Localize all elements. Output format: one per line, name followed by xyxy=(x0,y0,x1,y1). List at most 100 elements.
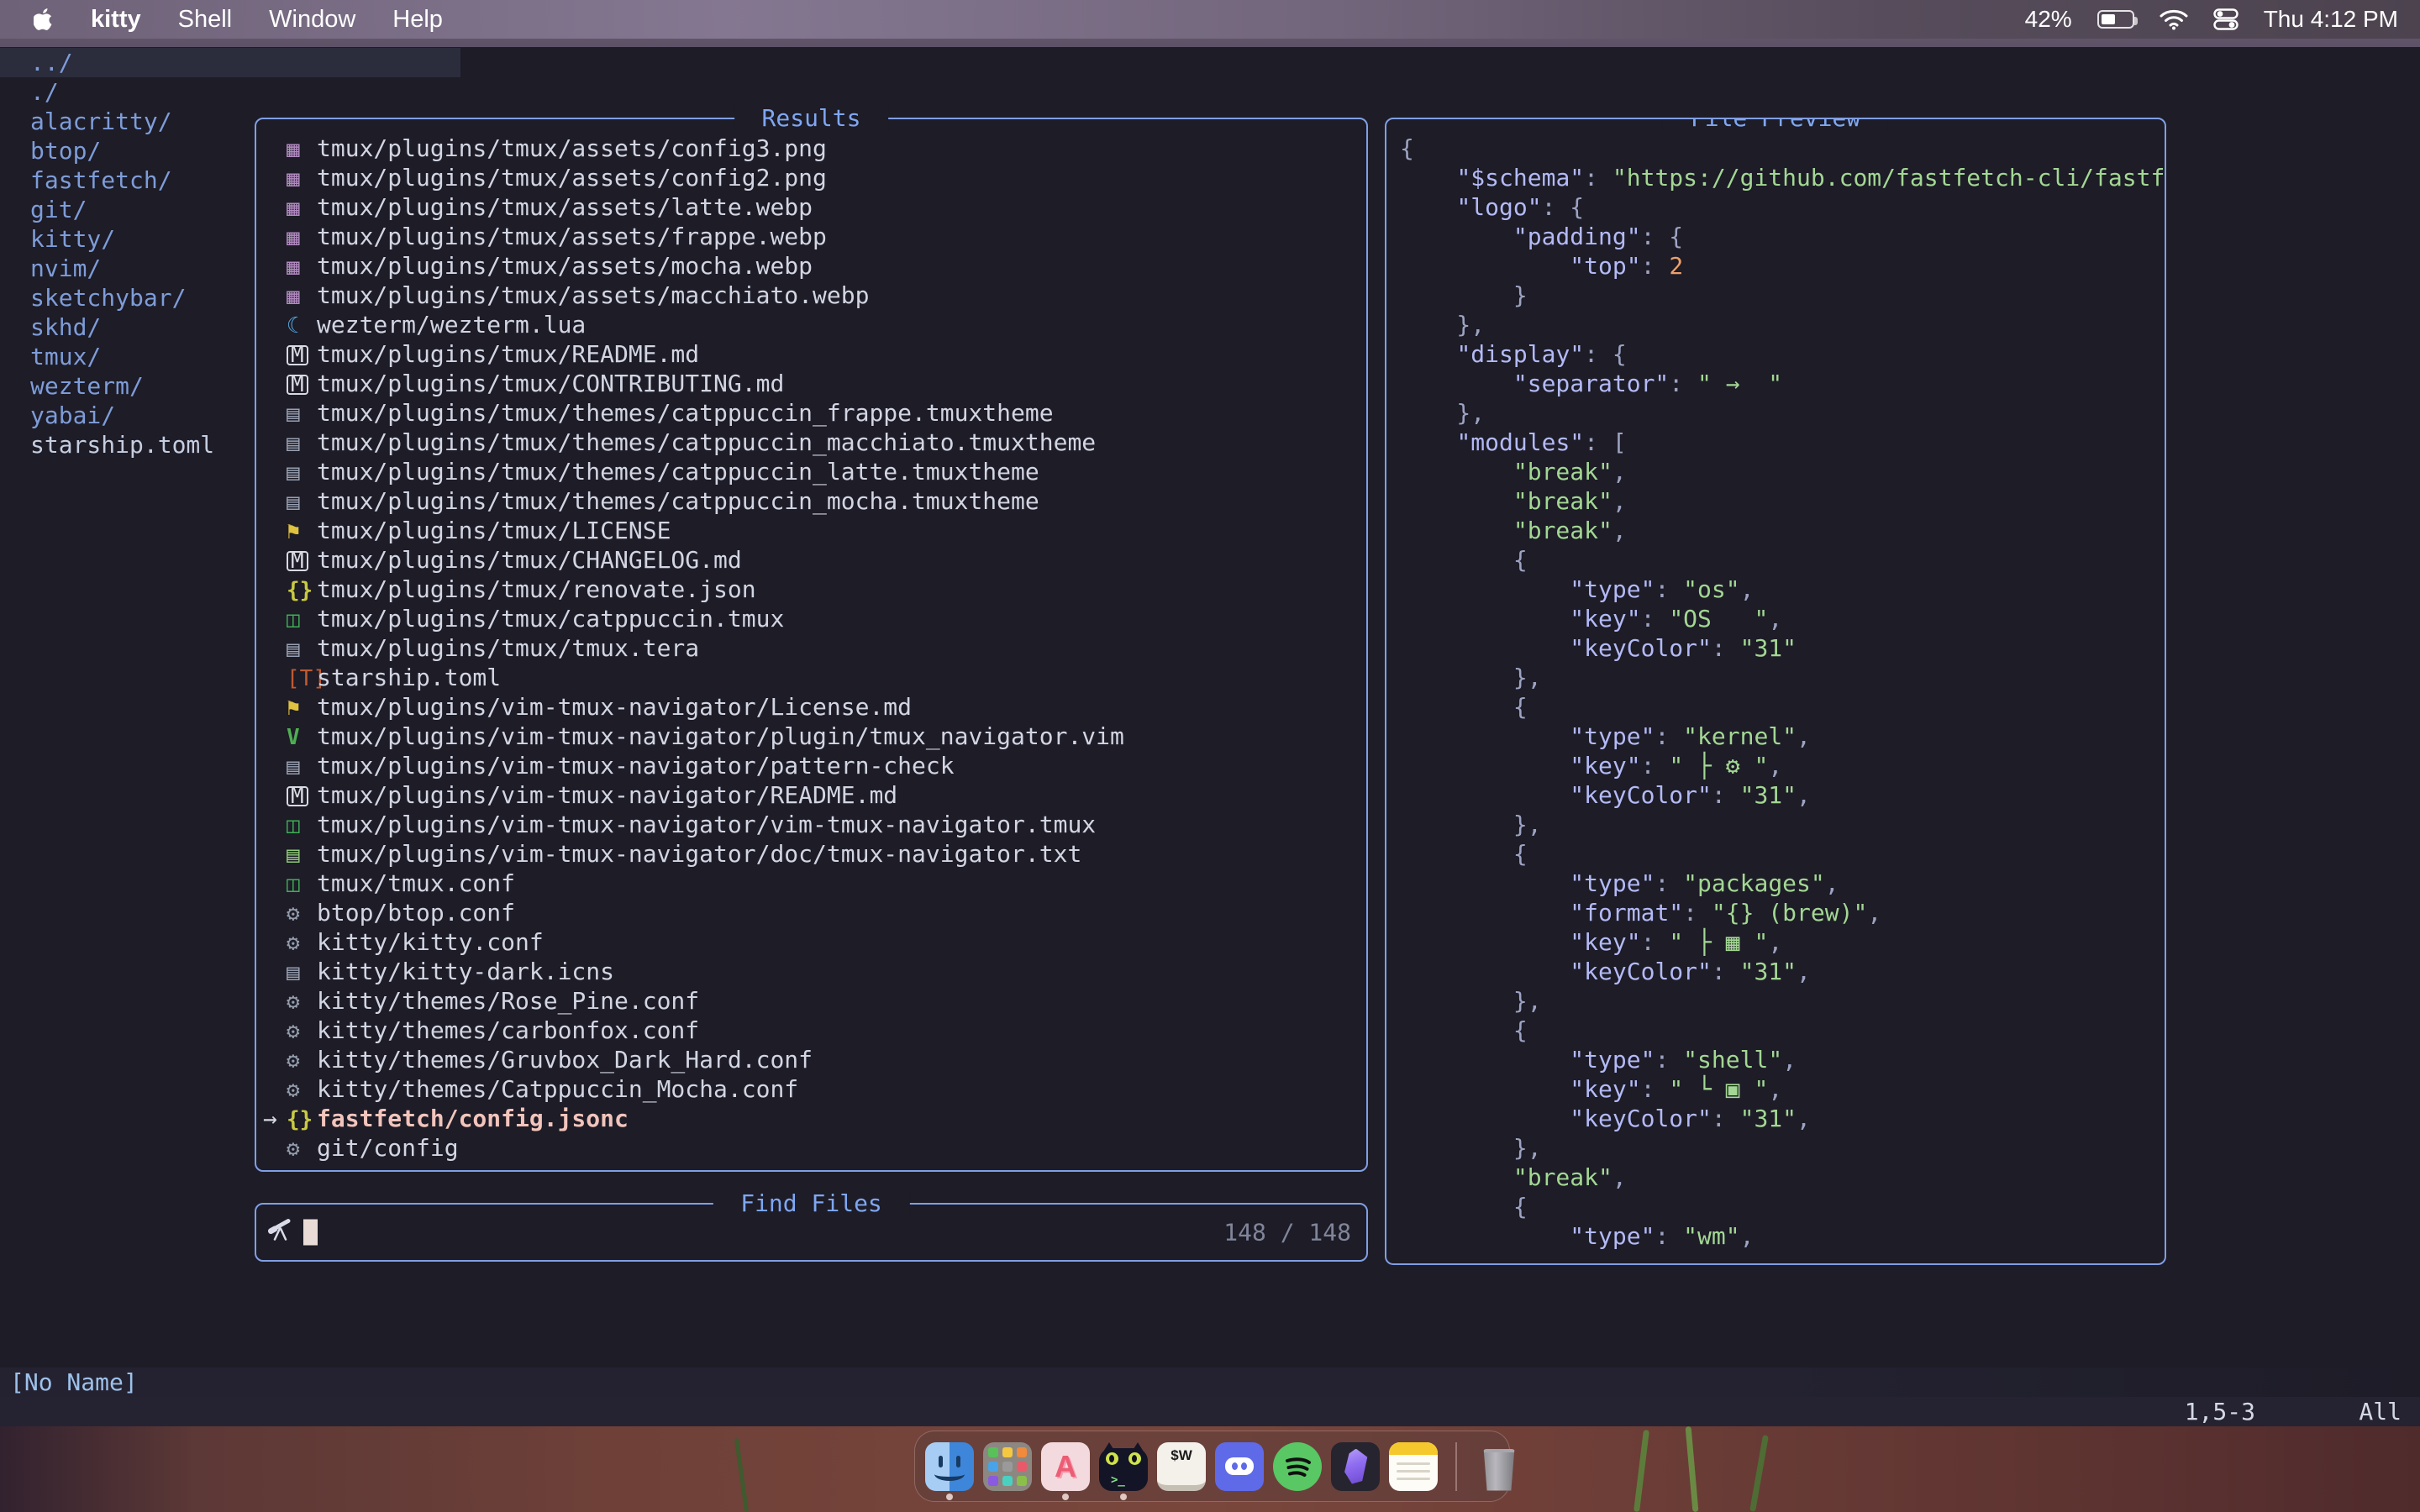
sidebar-item[interactable]: starship.toml xyxy=(30,430,214,459)
menu-clock[interactable]: Thu 4:12 PM xyxy=(2264,6,2398,33)
scroll-position: All xyxy=(2359,1397,2402,1426)
result-item[interactable]: ⚑tmux/plugins/vim-tmux-navigator/License… xyxy=(256,692,1363,722)
result-item[interactable]: ▤tmux/plugins/tmux/themes/catppuccin_mac… xyxy=(256,428,1363,457)
result-item-label: btop/btop.conf xyxy=(317,899,515,927)
result-item[interactable]: ▤tmux/plugins/vim-tmux-navigator/pattern… xyxy=(256,751,1363,780)
menu-item-shell[interactable]: Shell xyxy=(178,6,233,34)
result-item[interactable]: ▦tmux/plugins/tmux/assets/config3.png xyxy=(256,134,1363,163)
conf-file-icon: ⚙ xyxy=(287,1017,317,1045)
apple-menu-icon[interactable] xyxy=(34,8,54,31)
result-item[interactable]: ⚙kitty/themes/carbonfox.conf xyxy=(256,1016,1363,1045)
result-item[interactable]: Mtmux/plugins/tmux/CHANGELOG.md xyxy=(256,545,1363,575)
code-line: { xyxy=(1400,692,2165,722)
search-cursor[interactable] xyxy=(303,1220,318,1246)
result-item[interactable]: ▦tmux/plugins/tmux/assets/latte.webp xyxy=(256,192,1363,222)
code-line: "key": " └ ▣ ", xyxy=(1400,1074,2165,1104)
result-item[interactable]: Mtmux/plugins/tmux/CONTRIBUTING.md xyxy=(256,369,1363,398)
result-item[interactable]: ▤tmux/plugins/tmux/themes/catppuccin_lat… xyxy=(256,457,1363,486)
conf-file-icon: ⚙ xyxy=(287,1135,317,1163)
result-item[interactable]: ⚙btop/btop.conf xyxy=(256,898,1363,927)
sidebar-item[interactable]: tmux/ xyxy=(30,342,214,371)
result-item[interactable]: ▤tmux/plugins/tmux/tmux.tera xyxy=(256,633,1363,663)
file-preview-code: { "$schema": "https://github.com/fastfet… xyxy=(1400,134,2165,1251)
result-item[interactable]: ◫tmux/plugins/tmux/catppuccin.tmux xyxy=(256,604,1363,633)
result-item[interactable]: ▤tmux/plugins/tmux/themes/catppuccin_moc… xyxy=(256,486,1363,516)
result-item-selected[interactable]: →{}fastfetch/config.jsonc xyxy=(256,1104,1363,1133)
result-item[interactable]: ▦tmux/plugins/tmux/assets/config2.png xyxy=(256,163,1363,192)
code-line: }, xyxy=(1400,310,2165,339)
dock-kitty-icon[interactable]: >_ xyxy=(1099,1442,1148,1491)
result-item-label: kitty/themes/carbonfox.conf xyxy=(317,1016,699,1044)
dock-notes-icon[interactable] xyxy=(1389,1442,1438,1491)
sidebar-item[interactable]: kitty/ xyxy=(30,224,214,254)
wifi-icon[interactable] xyxy=(2160,8,2188,30)
code-line: }, xyxy=(1400,398,2165,428)
sidebar-item[interactable]: sketchybar/ xyxy=(30,283,214,312)
result-item[interactable]: ▦tmux/plugins/tmux/assets/mocha.webp xyxy=(256,251,1363,281)
result-item[interactable]: ▤kitty/kitty-dark.icns xyxy=(256,957,1363,986)
dock-obsidian-icon[interactable] xyxy=(1331,1442,1380,1491)
result-item-label: tmux/plugins/vim-tmux-navigator/README.m… xyxy=(317,781,897,809)
result-item[interactable]: ▦tmux/plugins/tmux/assets/macchiato.webp xyxy=(256,281,1363,310)
sidebar-item[interactable]: nvim/ xyxy=(30,254,214,283)
result-item[interactable]: [T]starship.toml xyxy=(256,663,1363,692)
dock-launchpad-icon[interactable] xyxy=(983,1442,1032,1491)
result-item-label: tmux/tmux.conf xyxy=(317,869,515,897)
result-item-label: tmux/plugins/vim-tmux-navigator/License.… xyxy=(317,693,912,721)
menu-item-window[interactable]: Window xyxy=(269,6,355,34)
dock-spotify-icon[interactable] xyxy=(1273,1442,1322,1491)
result-item[interactable]: ⚙kitty/themes/Catppuccin_Mocha.conf xyxy=(256,1074,1363,1104)
menu-app-name[interactable]: kitty xyxy=(91,6,141,34)
result-item[interactable]: ◫tmux/plugins/vim-tmux-navigator/vim-tmu… xyxy=(256,810,1363,839)
code-line: "modules": [ xyxy=(1400,428,2165,457)
result-item[interactable]: ⚙kitty/kitty.conf xyxy=(256,927,1363,957)
result-item[interactable]: ▦tmux/plugins/tmux/assets/frappe.webp xyxy=(256,222,1363,251)
dock-discord-icon[interactable] xyxy=(1215,1442,1264,1491)
jsonc-file-icon: {} xyxy=(287,1105,317,1133)
result-item[interactable]: Vtmux/plugins/vim-tmux-navigator/plugin/… xyxy=(256,722,1363,751)
dock-finder-icon[interactable] xyxy=(925,1442,974,1491)
result-item-label: tmux/plugins/vim-tmux-navigator/doc/tmux… xyxy=(317,840,1081,868)
result-item-label: tmux/plugins/tmux/README.md xyxy=(317,340,699,368)
battery-icon[interactable] xyxy=(2097,10,2134,29)
result-item-label: tmux/plugins/tmux/assets/config3.png xyxy=(317,134,827,162)
sidebar-item[interactable]: ../ xyxy=(30,48,214,77)
dock-arc-icon[interactable]: A xyxy=(1041,1442,1090,1491)
result-item[interactable]: ☾wezterm/wezterm.lua xyxy=(256,310,1363,339)
sidebar-item[interactable]: wezterm/ xyxy=(30,371,214,401)
sidebar-item[interactable]: git/ xyxy=(30,195,214,224)
code-line: { xyxy=(1400,839,2165,869)
result-item[interactable]: ⚙git/config xyxy=(256,1133,1363,1163)
sidebar-item[interactable]: yabai/ xyxy=(30,401,214,430)
result-item-label: fastfetch/config.jsonc xyxy=(317,1105,629,1132)
result-item[interactable]: ◫tmux/tmux.conf xyxy=(256,869,1363,898)
result-item[interactable]: ⚙kitty/themes/Rose_Pine.conf xyxy=(256,986,1363,1016)
find-files-panel[interactable]: Find Files 148 / 148 xyxy=(255,1203,1368,1262)
result-item[interactable]: Mtmux/plugins/tmux/README.md xyxy=(256,339,1363,369)
finder-running-dot xyxy=(946,1494,953,1500)
code-line: }, xyxy=(1400,663,2165,692)
control-center-icon[interactable] xyxy=(2213,8,2238,30)
code-line: "separator": " → " xyxy=(1400,369,2165,398)
result-item[interactable]: ▤tmux/plugins/tmux/themes/catppuccin_fra… xyxy=(256,398,1363,428)
result-item[interactable]: Mtmux/plugins/vim-tmux-navigator/README.… xyxy=(256,780,1363,810)
dock-trash-icon[interactable] xyxy=(1475,1442,1523,1491)
dock-keycap-icon[interactable]: $W xyxy=(1157,1442,1206,1491)
result-item[interactable]: ⚑tmux/plugins/tmux/LICENSE xyxy=(256,516,1363,545)
sidebar-item[interactable]: skhd/ xyxy=(30,312,214,342)
sidebar-item[interactable]: fastfetch/ xyxy=(30,165,214,195)
result-item-label: tmux/plugins/tmux/LICENSE xyxy=(317,517,671,544)
tmux-file-icon: ◫ xyxy=(287,811,317,839)
sidebar-item[interactable]: btop/ xyxy=(30,136,214,165)
sidebar-item[interactable]: ./ xyxy=(30,77,214,107)
code-line: "break", xyxy=(1400,486,2165,516)
file-preview-title: File Preview xyxy=(1663,118,1888,132)
doc-file-icon: ▤ xyxy=(287,459,317,486)
menu-item-help[interactable]: Help xyxy=(392,6,443,34)
results-counter: 148 / 148 xyxy=(1223,1219,1351,1247)
result-item[interactable]: {}tmux/plugins/tmux/renovate.json xyxy=(256,575,1363,604)
code-line: "break", xyxy=(1400,516,2165,545)
result-item[interactable]: ⚙kitty/themes/Gruvbox_Dark_Hard.conf xyxy=(256,1045,1363,1074)
result-item[interactable]: ▤tmux/plugins/vim-tmux-navigator/doc/tmu… xyxy=(256,839,1363,869)
sidebar-item[interactable]: alacritty/ xyxy=(30,107,214,136)
